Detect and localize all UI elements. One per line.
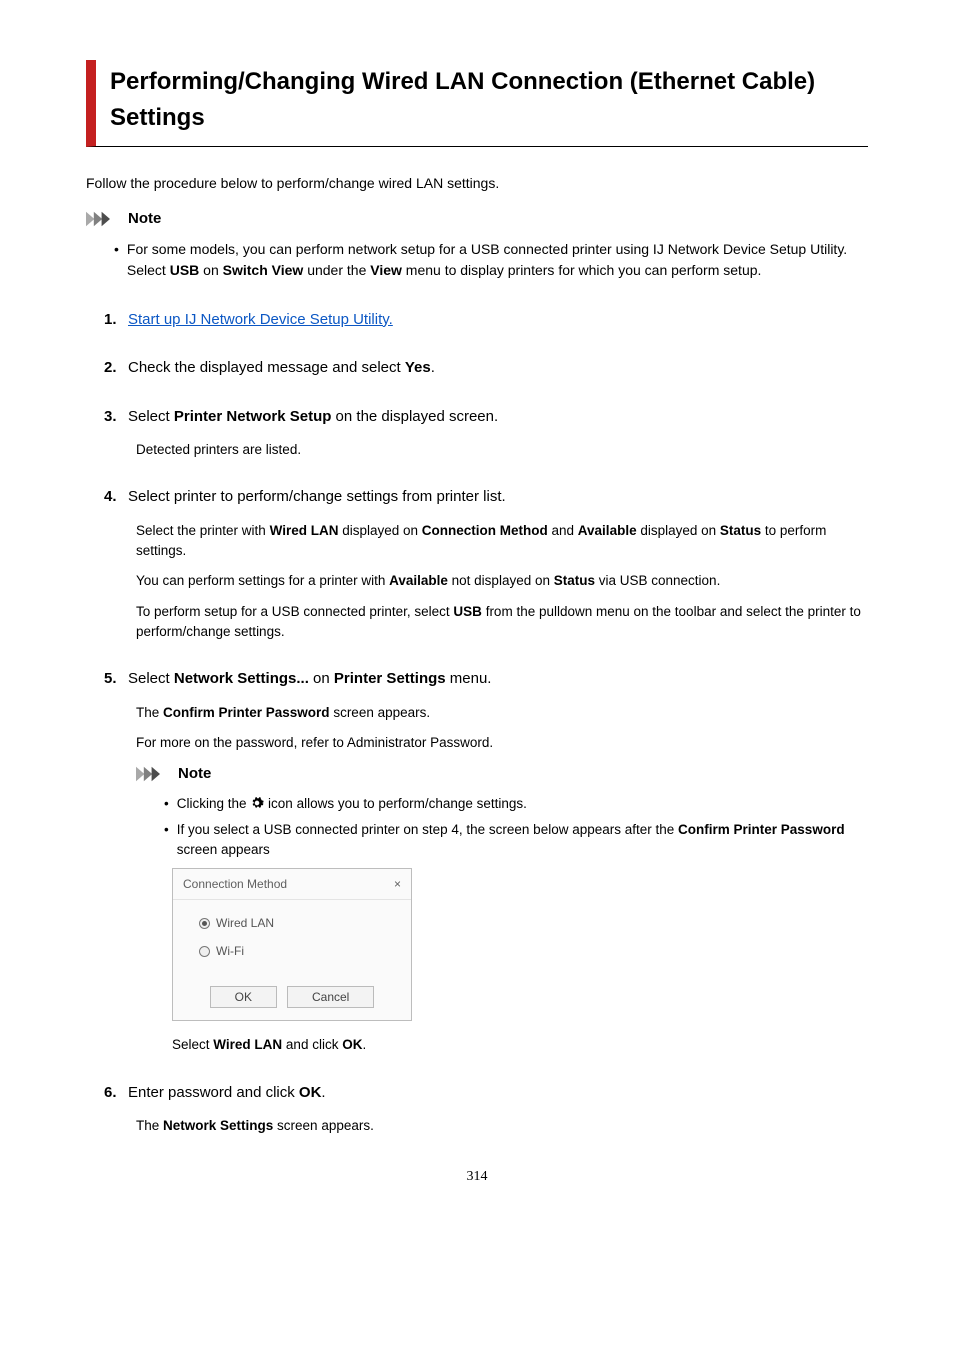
note-label-inner: Note <box>178 763 211 786</box>
arrows-icon <box>86 211 122 227</box>
radio-unselected-icon <box>199 946 210 957</box>
step4-p1: Select the printer with Wired LAN displa… <box>136 521 868 562</box>
bullet-icon: • <box>114 239 119 281</box>
cancel-button[interactable]: Cancel <box>287 986 374 1008</box>
page-title: Performing/Changing Wired LAN Connection… <box>110 64 868 136</box>
radio-wired-lan[interactable]: Wired LAN <box>199 914 393 932</box>
step5-p1: The Confirm Printer Password screen appe… <box>136 703 868 723</box>
bullet-icon: • <box>164 820 169 861</box>
gear-icon <box>250 796 264 810</box>
bullet-icon: • <box>164 794 169 814</box>
arrows-icon <box>136 766 172 782</box>
step3-body: Detected printers are listed. <box>136 440 868 460</box>
step4-p2: You can perform settings for a printer w… <box>136 571 868 591</box>
step4-head: Select printer to perform/change setting… <box>128 486 868 509</box>
step-4: Select printer to perform/change setting… <box>104 486 868 642</box>
note-header-inner: Note <box>136 763 868 786</box>
radio-wifi[interactable]: Wi-Fi <box>199 942 393 960</box>
page-number: 314 <box>86 1166 868 1187</box>
step-3: Select Printer Network Setup on the disp… <box>104 406 868 461</box>
radio-selected-icon <box>199 918 210 929</box>
ok-button[interactable]: OK <box>210 986 277 1008</box>
start-utility-link[interactable]: Start up IJ Network Device Setup Utility… <box>128 311 393 328</box>
intro-text: Follow the procedure below to perform/ch… <box>86 173 868 194</box>
step-2: Check the displayed message and select Y… <box>104 357 868 380</box>
steps-list: Start up IJ Network Device Setup Utility… <box>86 309 868 1137</box>
step5-after-dialog: Select Wired LAN and click OK. <box>164 1035 868 1055</box>
connection-method-dialog: Connection Method × Wired LAN Wi-Fi <box>172 868 412 1021</box>
step5-p2: For more on the password, refer to Admin… <box>136 733 868 753</box>
step-6: Enter password and click OK. The Network… <box>104 1082 868 1137</box>
step5-note1: Clicking the icon allows you to perform/… <box>177 794 527 814</box>
step-5: Select Network Settings... on Printer Se… <box>104 668 868 1056</box>
step4-p3: To perform setup for a USB connected pri… <box>136 602 868 643</box>
note-header: Note <box>86 208 868 231</box>
top-note-body: • For some models, you can perform netwo… <box>86 239 868 281</box>
note-label: Note <box>128 208 161 231</box>
step-1: Start up IJ Network Device Setup Utility… <box>104 309 868 332</box>
page-title-block: Performing/Changing Wired LAN Connection… <box>86 60 868 147</box>
close-icon[interactable]: × <box>394 875 401 893</box>
step6-p1: The Network Settings screen appears. <box>136 1116 868 1136</box>
top-note-text: For some models, you can perform network… <box>127 239 868 281</box>
step5-note2: If you select a USB connected printer on… <box>177 820 868 861</box>
step5-note-body: • Clicking the icon allows you to perfor… <box>136 794 868 1056</box>
dialog-title: Connection Method <box>183 875 287 893</box>
